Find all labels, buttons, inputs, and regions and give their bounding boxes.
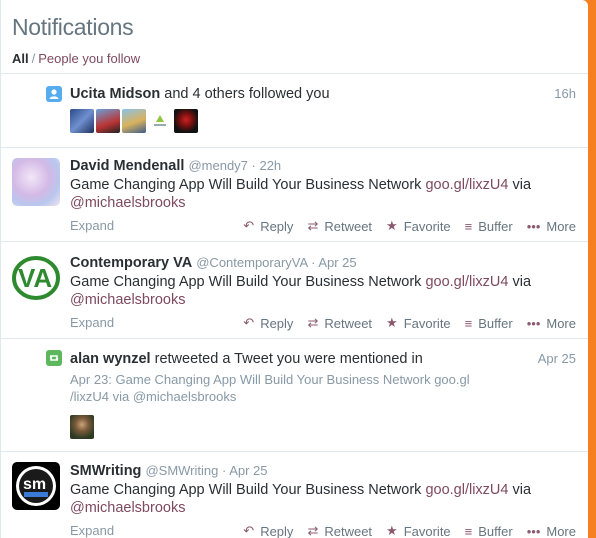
tweet-via: via [512, 482, 532, 498]
reply-button[interactable]: ↶ Reply [243, 523, 293, 538]
tweet-time[interactable]: Apr 25 [318, 255, 356, 270]
quoted-tweet-line2[interactable]: /lixzU4 via @michaelsbrooks [70, 389, 236, 404]
expand-link[interactable]: Expand [70, 218, 114, 233]
more-button[interactable]: ••• More [527, 218, 576, 234]
tweet-author-name[interactable]: Contemporary VA [70, 255, 192, 271]
retweet-time[interactable]: Apr 25 [538, 351, 576, 366]
tweet-actions: ↶ Reply ⇄ Retweet ★ Favorite ≡ Buffer ••• Mor… [243, 218, 576, 234]
notification-filter: All / People you follow [12, 51, 577, 66]
dots-icon: ••• [526, 523, 541, 538]
tweet-item[interactable]: VA Contemporary VA @ContemporaryVA · Apr… [1, 242, 588, 339]
svg-text:VA: VA [18, 263, 52, 293]
tweet-via: via [512, 177, 532, 193]
favorite-button[interactable]: ★ Favorite [386, 218, 451, 234]
favorite-button[interactable]: ★ Favorite [386, 523, 451, 538]
buffer-button[interactable]: ≡ Buffer [465, 523, 513, 538]
quoted-tweet-line1[interactable]: Apr 23: Game Changing App Will Build You… [70, 372, 470, 387]
svg-text:sm: sm [23, 476, 46, 493]
tweet-text: Game Changing App Will Build Your Busine… [70, 482, 422, 498]
avatar[interactable]: VA [12, 254, 60, 302]
avatar[interactable] [70, 109, 94, 133]
retweet-button[interactable]: ⇄ Retweet [307, 523, 372, 538]
stack-icon: ≡ [464, 523, 473, 538]
expand-link[interactable]: Expand [70, 523, 114, 538]
tweet-item[interactable]: sm SMWriting @SMWriting · Apr 25 Game Ch… [1, 452, 588, 538]
avatar[interactable] [122, 109, 146, 133]
buffer-button[interactable]: ≡ Buffer [465, 315, 513, 331]
notifications-header: Notifications All / People you follow [1, 0, 588, 74]
star-icon: ★ [386, 315, 398, 330]
reply-button[interactable]: ↶ Reply [243, 315, 293, 331]
retweeter-avatars [70, 415, 94, 439]
retweet-icon: ⇄ [307, 315, 319, 330]
favorite-button[interactable]: ★ Favorite [386, 315, 451, 331]
filter-people-you-follow[interactable]: People you follow [38, 51, 140, 66]
avatar[interactable] [96, 109, 120, 133]
reply-arrow-icon: ↶ [243, 523, 255, 538]
retweet-text: retweeted a Tweet you were mentioned in [154, 351, 423, 367]
retweet-notification[interactable]: alan wynzel retweeted a Tweet you were m… [1, 339, 588, 452]
dots-icon: ••• [526, 218, 541, 234]
tweet-link[interactable]: goo.gl/lixzU4 [425, 177, 508, 193]
avatar[interactable] [70, 415, 94, 439]
reply-arrow-icon: ↶ [243, 315, 255, 330]
retweeter-name[interactable]: alan wynzel [70, 351, 151, 367]
more-button[interactable]: ••• More [527, 315, 576, 331]
retweet-icon: ⇄ [307, 523, 319, 538]
retweet-icon [46, 350, 62, 366]
avatar[interactable] [148, 109, 172, 133]
avatar[interactable]: sm [12, 462, 60, 510]
tweet-mention[interactable]: @michaelsbrooks [70, 292, 185, 308]
tweet-link[interactable]: goo.gl/lixzU4 [425, 274, 508, 290]
tweet-mention[interactable]: @michaelsbrooks [70, 500, 185, 516]
tweet-author-handle[interactable]: @ContemporaryVA [196, 255, 307, 270]
notifications-panel: Notifications All / People you follow Ucit… [0, 0, 588, 538]
follow-text: and 4 others followed you [164, 86, 330, 102]
stack-icon: ≡ [464, 315, 473, 331]
tweet-mention[interactable]: @michaelsbrooks [70, 195, 185, 211]
reply-arrow-icon: ↶ [243, 218, 255, 233]
reply-button[interactable]: ↶ Reply [243, 218, 293, 234]
tweet-via: via [512, 274, 532, 290]
tweet-time[interactable]: Apr 25 [229, 463, 267, 478]
retweet-icon: ⇄ [307, 218, 319, 233]
tweet-author-name[interactable]: David Mendenall [70, 158, 184, 174]
tweet-author-handle[interactable]: @SMWriting [145, 463, 218, 478]
page-title: Notifications [12, 14, 134, 40]
tweet-author-handle[interactable]: @mendy7 [188, 158, 247, 173]
tweet-text: Game Changing App Will Build Your Busine… [70, 177, 422, 193]
buffer-button[interactable]: ≡ Buffer [465, 218, 513, 234]
stack-icon: ≡ [464, 218, 473, 234]
follower-avatars [70, 109, 198, 133]
person-icon [46, 86, 62, 102]
retweet-button[interactable]: ⇄ Retweet [307, 315, 372, 331]
tweet-text: Game Changing App Will Build Your Busine… [70, 274, 422, 290]
star-icon: ★ [386, 523, 398, 538]
follow-time[interactable]: 16h [554, 86, 576, 101]
filter-all[interactable]: All [12, 51, 29, 66]
follower-name[interactable]: Ucita Midson [70, 86, 160, 102]
retweet-button[interactable]: ⇄ Retweet [307, 218, 372, 234]
filter-separator: / [31, 51, 36, 66]
tweet-actions: ↶ Reply ⇄ Retweet ★ Favorite ≡ Buffer ••• Mor… [243, 315, 576, 331]
avatar[interactable] [174, 109, 198, 133]
dots-icon: ••• [526, 315, 541, 331]
tweet-author-name[interactable]: SMWriting [70, 463, 141, 479]
star-icon: ★ [386, 218, 398, 233]
expand-link[interactable]: Expand [70, 315, 114, 330]
follow-notification[interactable]: Ucita Midson and 4 others followed you 1… [1, 74, 588, 148]
tweet-actions: ↶ Reply ⇄ Retweet ★ Favorite ≡ Buffer ••• Mor… [243, 523, 576, 538]
tweet-time[interactable]: 22h [259, 158, 281, 173]
tweet-item[interactable]: David Mendenall @mendy7 · 22h Game Chang… [1, 148, 588, 242]
more-button[interactable]: ••• More [527, 523, 576, 538]
tweet-link[interactable]: goo.gl/lixzU4 [425, 482, 508, 498]
avatar[interactable] [12, 158, 60, 206]
